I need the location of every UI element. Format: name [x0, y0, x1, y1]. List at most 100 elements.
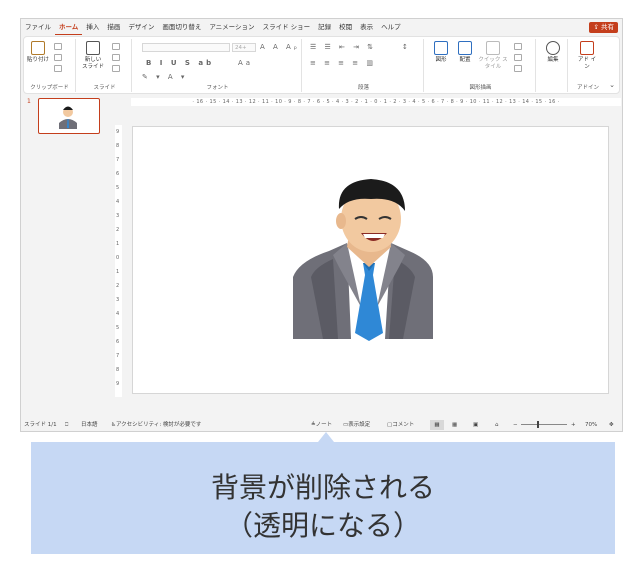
text-direction-button[interactable]: ↕	[402, 43, 411, 51]
layout-icon[interactable]	[112, 43, 120, 50]
ribbon: 貼り付け クリップボード 新しい スライド スライド 24+ A A Aₚ B …	[23, 36, 620, 94]
vertical-ruler-tick: 5	[116, 185, 120, 191]
vertical-ruler-tick: 6	[116, 171, 120, 177]
vertical-ruler-tick: 5	[116, 325, 120, 331]
clipboard-group: 貼り付け クリップボード	[24, 39, 76, 92]
paragraph-group: ☰ ☰ ⇤ ⇥ ⇅ ≡ ≡ ≡ ≡ ▥ ↕ 段落	[304, 39, 424, 92]
slide-thumbnail[interactable]	[38, 98, 100, 134]
vertical-ruler-tick: 7	[116, 157, 120, 163]
notes-page-icon[interactable]: ⎕	[65, 418, 68, 431]
tab-file[interactable]: ファイル	[21, 19, 55, 35]
tab-help[interactable]: ヘルプ	[377, 19, 405, 35]
vertical-ruler-tick: 7	[116, 353, 120, 359]
vertical-ruler-tick: 6	[116, 339, 120, 345]
font-color-buttons[interactable]: ✎ ▾ A ▾	[142, 73, 187, 81]
zoom-slider-thumb[interactable]	[537, 421, 539, 428]
clipboard-label: クリップボード	[30, 85, 69, 91]
shape-effect-icon[interactable]	[514, 65, 522, 72]
vertical-ruler-tick: 8	[116, 143, 120, 149]
slide-sorter-icon[interactable]: ▦	[452, 418, 457, 431]
share-button[interactable]: ⇪ 共有	[589, 22, 618, 33]
quick-style-icon	[486, 41, 500, 55]
powerpoint-window: ファイル ホーム 挿入 描画 デザイン 画面切り替え アニメーション スライド …	[20, 18, 623, 432]
status-bar: スライド 1/1 ⎕ 日本語 ♿ アクセシビリティ: 検討が必要です ≜ ノート…	[21, 418, 622, 431]
tab-draw[interactable]: 描画	[103, 19, 124, 35]
vertical-ruler-tick: 4	[116, 199, 120, 205]
tab-home[interactable]: ホーム	[55, 20, 83, 35]
person-image[interactable]	[133, 127, 610, 395]
paste-button[interactable]: 貼り付け	[27, 41, 49, 64]
section-icon[interactable]	[112, 65, 120, 72]
addin-icon	[580, 41, 594, 55]
shapes-button[interactable]: 図形	[430, 41, 452, 64]
language-status[interactable]: 日本語	[81, 418, 98, 431]
tab-slideshow[interactable]: スライド ショー	[259, 19, 315, 35]
arrange-icon	[458, 41, 472, 55]
tab-review[interactable]: 校閲	[335, 19, 356, 35]
copy-icon[interactable]	[54, 54, 62, 61]
new-slide-button[interactable]: 新しい スライド	[82, 41, 104, 71]
normal-view-icon[interactable]: ▦	[430, 420, 444, 430]
vertical-ruler-tick: 2	[116, 227, 120, 233]
tab-transitions[interactable]: 画面切り替え	[158, 19, 205, 35]
accessibility-status[interactable]: ♿ アクセシビリティ: 検討が必要です	[111, 418, 201, 431]
comments-button[interactable]: ▢ コメント	[387, 418, 414, 431]
callout-pointer	[318, 432, 334, 442]
ribbon-tabs: ファイル ホーム 挿入 描画 デザイン 画面切り替え アニメーション スライド …	[21, 19, 622, 35]
editing-group: 編集	[538, 39, 568, 92]
vertical-ruler-tick: 3	[116, 213, 120, 219]
vertical-ruler-tick: 2	[116, 283, 120, 289]
collapse-ribbon-icon[interactable]: ⌄	[609, 81, 615, 89]
tab-animations[interactable]: アニメーション	[205, 19, 258, 35]
vertical-ruler-tick: 9	[116, 381, 120, 387]
vertical-ruler-tick: 4	[116, 311, 120, 317]
font-format-buttons[interactable]: B I U S ab	[146, 59, 214, 67]
format-painter-icon[interactable]	[54, 65, 62, 72]
slides-group: 新しい スライド スライド	[78, 39, 132, 92]
notes-button[interactable]: ≜ ノート	[311, 418, 332, 431]
case-button[interactable]: Aa	[238, 59, 253, 67]
align-buttons[interactable]: ≡ ≡ ≡ ≡ ▥	[310, 59, 376, 67]
callout-line-1: 背景が削除される	[210, 471, 435, 504]
slides-label: スライド	[93, 85, 116, 91]
shape-outline-icon[interactable]	[514, 54, 522, 61]
tab-record[interactable]: 記録	[314, 19, 335, 35]
zoom-level[interactable]: 70%	[585, 418, 597, 431]
font-size-buttons[interactable]: A A Aₚ	[260, 43, 300, 51]
tab-insert[interactable]: 挿入	[82, 19, 103, 35]
tab-design[interactable]: デザイン	[124, 19, 158, 35]
thumbnail-pane: 1	[21, 96, 109, 416]
zoom-out-button[interactable]: −	[513, 418, 518, 431]
addin-group: アド イン アドイン	[570, 39, 606, 92]
shapes-icon	[434, 41, 448, 55]
fit-to-window-icon[interactable]: ✥	[609, 418, 614, 431]
addin-label: アドイン	[576, 85, 599, 91]
quick-style-button[interactable]: クイック スタイル	[478, 41, 508, 71]
slide-canvas[interactable]	[132, 126, 609, 394]
horizontal-ruler: · 16 · 15 · 14 · 13 · 12 · 11 · 10 · 9 ·…	[131, 98, 621, 106]
font-size-field[interactable]: 24+	[232, 43, 256, 52]
font-name-field[interactable]	[142, 43, 230, 52]
vertical-ruler-tick: 1	[116, 269, 120, 275]
vertical-ruler-tick: 3	[116, 297, 120, 303]
slide-count: スライド 1/1	[24, 422, 57, 428]
shape-fill-icon[interactable]	[514, 43, 522, 50]
edit-button[interactable]: 編集	[542, 41, 564, 64]
tab-view[interactable]: 表示	[356, 19, 377, 35]
vertical-ruler: 9 8 7 6 5 4 3 2 1 0 1 2 3 4 5 6 7 8 9	[115, 125, 122, 397]
paragraph-label: 段落	[357, 85, 369, 91]
drawing-group: 図形 配置 クイック スタイル 図形描画	[426, 39, 536, 92]
vertical-ruler-tick: 9	[116, 129, 120, 135]
addin-button[interactable]: アド イン	[576, 41, 598, 71]
display-settings-button[interactable]: ▭ 表示設定	[343, 418, 370, 431]
thumbnail-person-image	[59, 106, 77, 129]
slideshow-icon[interactable]: ⌂	[495, 418, 499, 431]
zoom-slider[interactable]	[521, 424, 567, 425]
zoom-in-button[interactable]: +	[571, 418, 576, 431]
cut-icon[interactable]	[54, 43, 62, 50]
list-buttons[interactable]: ☰ ☰ ⇤ ⇥ ⇅	[310, 43, 376, 51]
drawing-label: 図形描画	[469, 85, 492, 91]
reset-icon[interactable]	[112, 54, 120, 61]
reading-view-icon[interactable]: ▣	[473, 418, 478, 431]
arrange-button[interactable]: 配置	[454, 41, 476, 64]
